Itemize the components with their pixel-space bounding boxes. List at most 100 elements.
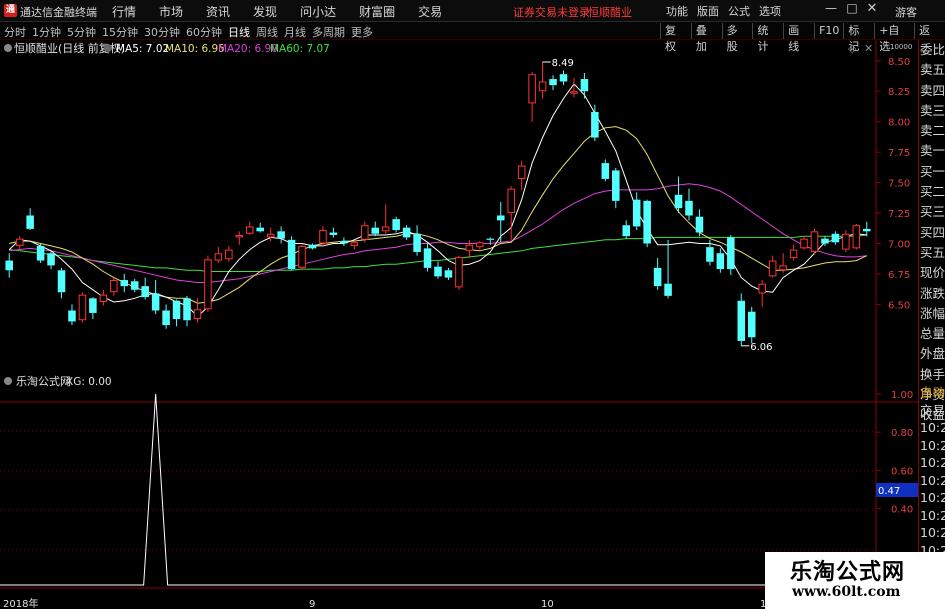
trade-time-label-2[interactable]: 10:2 xyxy=(919,419,945,437)
period-tab-6[interactable]: 日线 xyxy=(228,24,250,40)
candle-1 xyxy=(15,236,24,251)
price-tick-2: 8.00 xyxy=(888,118,910,129)
candle-3 xyxy=(36,243,45,263)
trade-time-label-5[interactable]: 10:2 xyxy=(919,472,945,490)
candle-74 xyxy=(779,253,787,273)
candle-42 xyxy=(444,267,453,281)
candle-75 xyxy=(789,244,798,261)
candle-39 xyxy=(413,225,421,256)
maximize-icon[interactable]: □ xyxy=(845,1,859,17)
ma5-legend: MA5: 7.02 xyxy=(116,43,169,55)
indicator-settings-icon[interactable] xyxy=(104,44,112,52)
trade-time-label-7[interactable]: 10:2 xyxy=(919,507,945,525)
statistics-button[interactable]: 统计 xyxy=(752,23,783,53)
quote-label-2: 卖四 xyxy=(920,82,945,98)
quote-label-3: 卖三 xyxy=(920,102,945,118)
period-toolbar: 分时 1分钟 5分钟 15分钟 30分钟 60分钟 日线 周线 月线 多周期 更多 复权 叠加 多股… xyxy=(0,22,945,53)
candle-53 xyxy=(559,70,568,86)
period-tab-0[interactable]: 分时 xyxy=(4,24,26,40)
candle-72 xyxy=(758,280,766,307)
quote-label-15: 外盘 xyxy=(920,346,945,362)
mark-button[interactable]: 标记 xyxy=(843,23,874,53)
candle-16 xyxy=(172,299,181,327)
trade-time-label-0[interactable]: 自动 xyxy=(919,384,945,402)
menu-item-shichang[interactable]: 市场 xyxy=(159,3,183,20)
draw-line-button[interactable]: 画线 xyxy=(783,23,814,53)
title-bar: 通 通达信金融终端 行情 市场 资讯 发现 问小达 财富圈 交易 证券交易未登录… xyxy=(0,0,945,22)
menu-item-xuanxiang[interactable]: 选项 xyxy=(759,3,781,19)
candle-81 xyxy=(852,224,861,250)
candle-17 xyxy=(183,295,191,327)
trade-time-label-1[interactable]: 交易 xyxy=(919,402,945,420)
menu-item-wenxiaoda[interactable]: 问小达 xyxy=(300,3,336,20)
candle-4 xyxy=(47,250,55,270)
watermark-url: www.60lt.com xyxy=(792,584,901,600)
scale-top-label: 10000 xyxy=(890,43,912,51)
sub-panel-title: 乐淘公式网 xyxy=(16,375,71,388)
candle-68 xyxy=(716,248,725,273)
xg-signal xyxy=(0,393,876,586)
diamond-icon[interactable]: ◇ xyxy=(848,42,857,55)
menu-item-zixun[interactable]: 资讯 xyxy=(206,3,230,20)
quote-label-9: 买四 xyxy=(920,224,945,240)
quote-label-6: 买一 xyxy=(920,163,945,179)
quote-label-7: 买二 xyxy=(920,184,945,200)
candle-33 xyxy=(350,241,359,250)
period-tab-10[interactable]: 更多 xyxy=(351,24,373,40)
candle-14 xyxy=(151,280,160,315)
period-tab-3[interactable]: 15分钟 xyxy=(102,24,138,40)
trade-time-label-3[interactable]: 10:2 xyxy=(919,437,945,455)
candle-70 xyxy=(737,293,746,346)
menu-item-caifuquan[interactable]: 财富圈 xyxy=(359,3,395,20)
period-tabs: 分时 1分钟 5分钟 15分钟 30分钟 60分钟 日线 周线 月线 多周期 更多 xyxy=(4,24,379,40)
period-tab-2[interactable]: 5分钟 xyxy=(67,24,96,40)
candle-10 xyxy=(110,277,118,296)
quote-label-4: 卖二 xyxy=(920,123,945,139)
candle-9 xyxy=(99,289,108,306)
candle-8 xyxy=(89,297,97,320)
panel-collapse-icon[interactable] xyxy=(4,44,12,52)
menu-item-gongshi[interactable]: 公式 xyxy=(728,3,750,19)
period-tab-7[interactable]: 周线 xyxy=(256,24,278,40)
period-tab-5[interactable]: 60分钟 xyxy=(186,24,222,40)
overlay-button[interactable]: 叠加 xyxy=(690,23,722,53)
candle-55 xyxy=(580,72,589,99)
candle-35 xyxy=(371,221,380,237)
menu-item-faxian[interactable]: 发现 xyxy=(253,3,277,20)
candle-61 xyxy=(643,199,651,248)
back-button[interactable]: 返回 xyxy=(914,23,945,53)
close-icon[interactable]: ✕ xyxy=(865,1,879,17)
app-logo-icon: 通 xyxy=(4,4,17,17)
candle-27 xyxy=(287,236,296,271)
menu-item-banmian[interactable]: 版面 xyxy=(697,3,719,19)
trade-time-label-6[interactable]: 10:2 xyxy=(919,489,945,507)
minimize-icon[interactable]: — xyxy=(824,1,838,17)
period-tab-8[interactable]: 月线 xyxy=(284,24,306,40)
ma10-legend: MA10: 6.95 xyxy=(165,43,225,55)
period-tab-1[interactable]: 1分钟 xyxy=(32,24,61,40)
sub-panel-collapse-icon[interactable] xyxy=(4,377,12,385)
fuquan-button[interactable]: 复权 xyxy=(660,23,691,53)
period-tab-4[interactable]: 30分钟 xyxy=(144,24,180,40)
f10-button[interactable]: F10 xyxy=(814,23,843,39)
trade-time-label-4[interactable]: 10:2 xyxy=(919,454,945,472)
price-axis: 8.50 8.25 8.00 7.75 7.50 7.25 7.00 6.75 6.50 xyxy=(876,57,910,311)
candle-60 xyxy=(632,192,641,231)
panel-close-icon[interactable]: ✕ xyxy=(864,42,873,55)
period-tab-9[interactable]: 多周期 xyxy=(312,24,345,40)
candle-43 xyxy=(455,255,463,290)
candle-69 xyxy=(727,234,735,276)
quote-label-14: 总量 xyxy=(920,326,945,342)
trade-time-label-8[interactable]: 10:2 xyxy=(919,524,945,542)
menu-item-jiaoyi[interactable]: 交易 xyxy=(418,3,442,20)
kline-chart[interactable]: 恒顺醋业(日线 前复权) MA5: 7.02 MA10: 6.95 MA20: … xyxy=(0,40,918,609)
quote-label-8: 买三 xyxy=(920,204,945,220)
multi-stock-button[interactable]: 多股 xyxy=(721,23,753,53)
add-watchlist-button[interactable]: +自选 xyxy=(874,23,914,53)
menu-item-gongneng[interactable]: 功能 xyxy=(666,3,688,19)
candle-65 xyxy=(685,188,693,221)
guest-user[interactable]: 游客 xyxy=(895,4,917,20)
candle-22 xyxy=(235,231,244,245)
trade-login-notice[interactable]: 证券交易未登录 xyxy=(513,4,590,20)
menu-item-hangqing[interactable]: 行情 xyxy=(112,3,136,20)
